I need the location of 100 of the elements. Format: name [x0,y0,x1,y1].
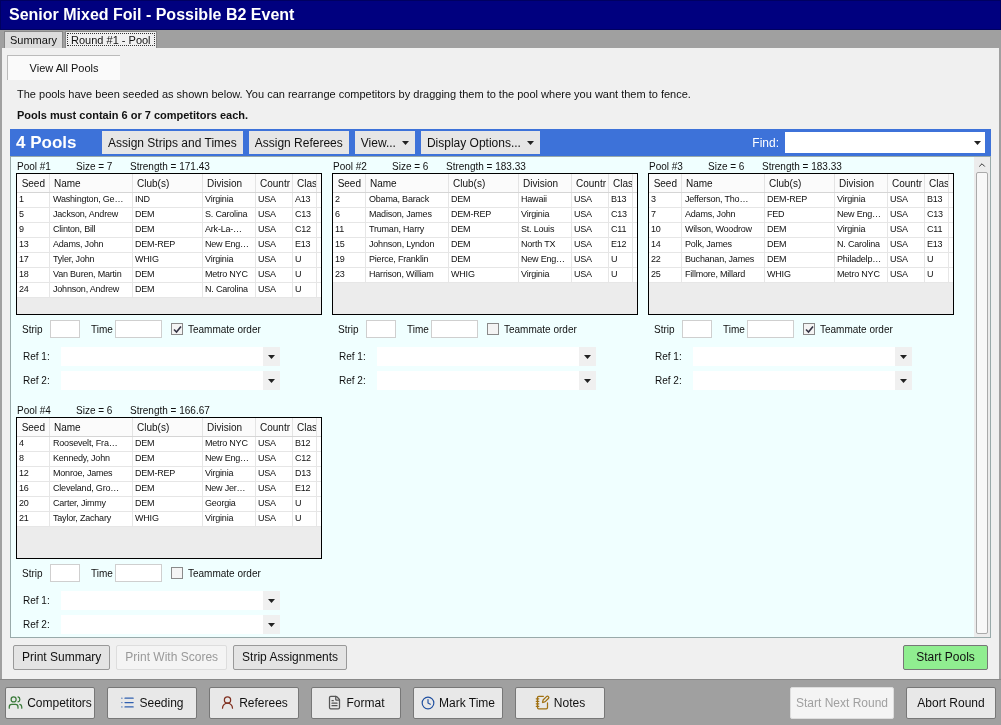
column-header[interactable]: Countr [256,418,293,436]
table-row[interactable]: 19 Pierce, Franklin DEM New Eng… USA U [333,253,637,268]
teammate-checkbox[interactable] [171,567,183,579]
scrollbar[interactable] [974,157,990,637]
table-row[interactable]: 6 Madison, James DEM-REP Virginia USA C13 [333,208,637,223]
time-label: Time [407,322,430,337]
column-header[interactable]: Division [203,418,256,436]
column-header[interactable]: Clas [293,418,317,436]
table-row[interactable]: 22 Buchanan, James DEM Philadelp… USA U [649,253,953,268]
table-row[interactable]: 4 Roosevelt, Fra… DEM Metro NYC USA B12 [17,437,321,452]
table-row[interactable]: 25 Fillmore, Millard WHIG Metro NYC USA U [649,268,953,283]
referee-dropdown[interactable] [61,347,280,366]
table-row[interactable]: 23 Harrison, William WHIG Virginia USA U [333,268,637,283]
table-row[interactable]: 20 Carter, Jimmy DEM Georgia USA U [17,497,321,512]
table-row[interactable]: 10 Wilson, Woodrow DEM Virginia USA C11 [649,223,953,238]
table-cell: Georgia [203,497,256,511]
time-field[interactable] [747,320,794,338]
tab[interactable]: Round #1 - Pool [65,31,157,48]
find-field[interactable] [785,132,985,153]
table-row[interactable]: 11 Truman, Harry DEM St. Louis USA C11 [333,223,637,238]
column-header[interactable]: Name [50,174,133,192]
table-row[interactable]: 12 Monroe, James DEM-REP Virginia USA D13 [17,467,321,482]
table-row[interactable]: 21 Taylor, Zachary WHIG Virginia USA U [17,512,321,527]
table-row[interactable]: 9 Clinton, Bill DEM Ark-La-… USA C12 [17,223,321,238]
table-row[interactable]: 17 Tyler, John WHIG Virginia USA U [17,253,321,268]
column-header[interactable]: Club(s) [765,174,835,192]
teammate-checkbox[interactable] [803,323,815,335]
caret-icon [584,378,591,383]
table-cell: WHIG [449,268,519,282]
column-header[interactable]: Name [50,418,133,436]
table-row[interactable]: 24 Johnson, Andrew DEM N. Carolina USA U [17,283,321,298]
column-header[interactable]: Seed [649,174,682,192]
action-button[interactable]: Start Pools [903,644,988,670]
column-header[interactable]: Club(s) [133,174,203,192]
column-header[interactable]: Countr [256,174,293,192]
table-row[interactable]: 8 Kennedy, John DEM New Eng… USA C12 [17,452,321,467]
table-row[interactable]: 14 Polk, James DEM N. Carolina USA E13 [649,238,953,253]
table-row[interactable]: 3 Jefferson, Tho… DEM-REP Virginia USA B13 [649,193,953,208]
table-row[interactable]: 18 Van Buren, Martin DEM Metro NYC USA U [17,268,321,283]
toolbar-button[interactable]: Assign Referees [248,131,349,154]
nav-button[interactable]: Format [311,686,401,719]
action-button[interactable]: Print Summary [13,644,111,670]
pool-strength: Strength = 183.33 [762,159,842,174]
column-header[interactable]: Division [835,174,888,192]
table-row[interactable]: 5 Jackson, Andrew DEM S. Carolina USA C13 [17,208,321,223]
column-header[interactable]: Clas [293,174,317,192]
column-header[interactable]: Name [682,174,765,192]
strip-field[interactable] [50,320,80,338]
time-field[interactable] [115,564,162,582]
column-header[interactable]: Club(s) [133,418,203,436]
referee-dropdown[interactable] [61,371,280,390]
referee-dropdown[interactable] [693,371,912,390]
strip-field[interactable] [682,320,712,338]
table-row[interactable]: 13 Adams, John DEM-REP New Eng… USA E13 [17,238,321,253]
strip-field[interactable] [50,564,80,582]
time-field[interactable] [115,320,162,338]
table-row[interactable]: 1 Washington, Ge… IND Virginia USA A13 [17,193,321,208]
teammate-checkbox[interactable] [487,323,499,335]
table-cell: E13 [293,238,317,252]
referee-dropdown[interactable] [61,591,280,610]
scroll-up-icon[interactable] [977,160,987,170]
table-row[interactable]: 15 Johnson, Lyndon DEM North TX USA E12 [333,238,637,253]
column-header[interactable]: Clas [609,174,633,192]
nav-button[interactable]: Seeding [107,686,197,719]
column-header[interactable]: Club(s) [449,174,519,192]
instructions: The pools have been seeded as shown below. You can rearrange competitors by dragging them to the pool where you want them to fence. [17,87,692,102]
nav-button[interactable]: Mark Time [413,686,503,719]
tab[interactable]: View All Pools [7,55,120,80]
table-cell: U [925,253,949,267]
column-header[interactable]: Division [519,174,572,192]
column-header[interactable]: Seed [17,174,50,192]
toolbar-button[interactable]: View... [354,131,415,154]
table-cell: U [293,512,317,526]
referee-label: Ref 1: [655,350,683,364]
column-header[interactable]: Name [366,174,449,192]
table-cell: 22 [649,253,682,267]
nav-button[interactable]: Abort Round [906,686,996,719]
time-field[interactable] [431,320,478,338]
column-header[interactable]: Clas [925,174,949,192]
nav-button[interactable]: Competitors [5,686,95,719]
column-header[interactable]: Division [203,174,256,192]
referee-dropdown[interactable] [377,347,596,366]
strip-field[interactable] [366,320,396,338]
nav-button[interactable]: Referees [209,686,299,719]
column-header[interactable]: Countr [572,174,609,192]
referee-dropdown[interactable] [61,615,280,634]
teammate-checkbox[interactable] [171,323,183,335]
referee-dropdown[interactable] [377,371,596,390]
nav-button[interactable]: Notes [515,686,605,719]
table-row[interactable]: 2 Obama, Barack DEM Hawaii USA B13 [333,193,637,208]
column-header[interactable]: Seed [333,174,366,192]
table-row[interactable]: 16 Cleveland, Gro… DEM New Jer… USA E12 [17,482,321,497]
tab[interactable]: Summary [4,31,64,48]
action-button[interactable]: Strip Assignments [233,644,348,670]
toolbar-button[interactable]: Assign Strips and Times [102,131,243,154]
table-row[interactable]: 7 Adams, John FED New Eng… USA C13 [649,208,953,223]
toolbar-button[interactable]: Display Options... [420,131,540,154]
referee-dropdown[interactable] [693,347,912,366]
column-header[interactable]: Countr [888,174,925,192]
column-header[interactable]: Seed [17,418,50,436]
